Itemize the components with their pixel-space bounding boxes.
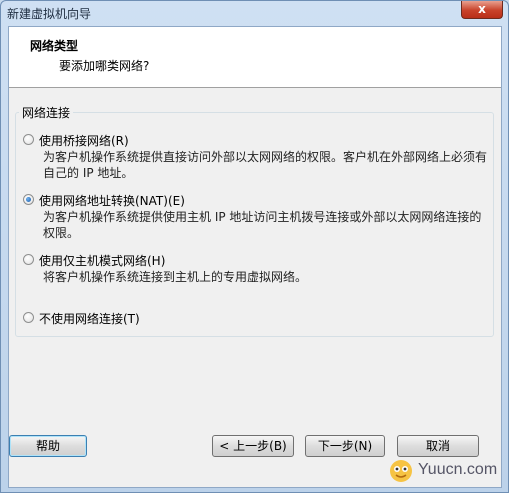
close-icon: x bbox=[478, 2, 486, 16]
option-bridged-label[interactable]: 使用桥接网络(R) bbox=[39, 132, 129, 149]
page-subtitle: 要添加哪类网络? bbox=[59, 59, 150, 73]
watermark-logo-icon bbox=[390, 460, 412, 482]
radio-host-only[interactable] bbox=[23, 254, 34, 265]
option-nat-desc: 为客户机操作系统提供使用主机 IP 地址访问主机拨号连接或外部以太网网络连接的权… bbox=[43, 210, 482, 240]
option-nat-label[interactable]: 使用网络地址转换(NAT)(E) bbox=[39, 192, 185, 209]
close-button[interactable]: x bbox=[461, 1, 503, 19]
watermark-text: Yuucn.com bbox=[418, 461, 498, 478]
window-title: 新建虚拟机向导 bbox=[7, 7, 92, 21]
dialog-client-area: 网络类型 要添加哪类网络? 网络连接 使用桥接网络(R) 为客户机操作系统提供直… bbox=[8, 26, 502, 488]
option-host-only-desc: 将客户机操作系统连接到主机上的专用虚拟网络。 bbox=[43, 270, 308, 284]
radio-bridged[interactable] bbox=[23, 134, 34, 145]
page-title: 网络类型 bbox=[30, 39, 79, 53]
radio-no-network[interactable] bbox=[23, 312, 34, 323]
watermark: Yuucn.com bbox=[388, 456, 503, 486]
wizard-window: 新建虚拟机向导 x 网络类型 要添加哪类网络? 网络连接 使用桥接网络(R) 为… bbox=[0, 0, 509, 493]
group-legend: 网络连接 bbox=[19, 104, 74, 121]
cancel-button[interactable]: 取消 bbox=[397, 435, 479, 457]
help-button[interactable]: 帮助 bbox=[9, 435, 87, 457]
option-bridged-desc: 为客户机操作系统提供直接访问外部以太网网络的权限。客户机在外部网络上必须有自己的… bbox=[43, 150, 488, 180]
radio-nat[interactable] bbox=[23, 194, 34, 205]
option-host-only-label[interactable]: 使用仅主机模式网络(H) bbox=[39, 252, 165, 269]
option-no-network-label[interactable]: 不使用网络连接(T) bbox=[39, 310, 140, 327]
wizard-header: 网络类型 要添加哪类网络? bbox=[9, 27, 501, 88]
back-button[interactable]: < 上一步(B) bbox=[212, 435, 294, 457]
next-button[interactable]: 下一步(N) bbox=[305, 435, 385, 457]
title-bar[interactable]: 新建虚拟机向导 x bbox=[1, 1, 508, 25]
